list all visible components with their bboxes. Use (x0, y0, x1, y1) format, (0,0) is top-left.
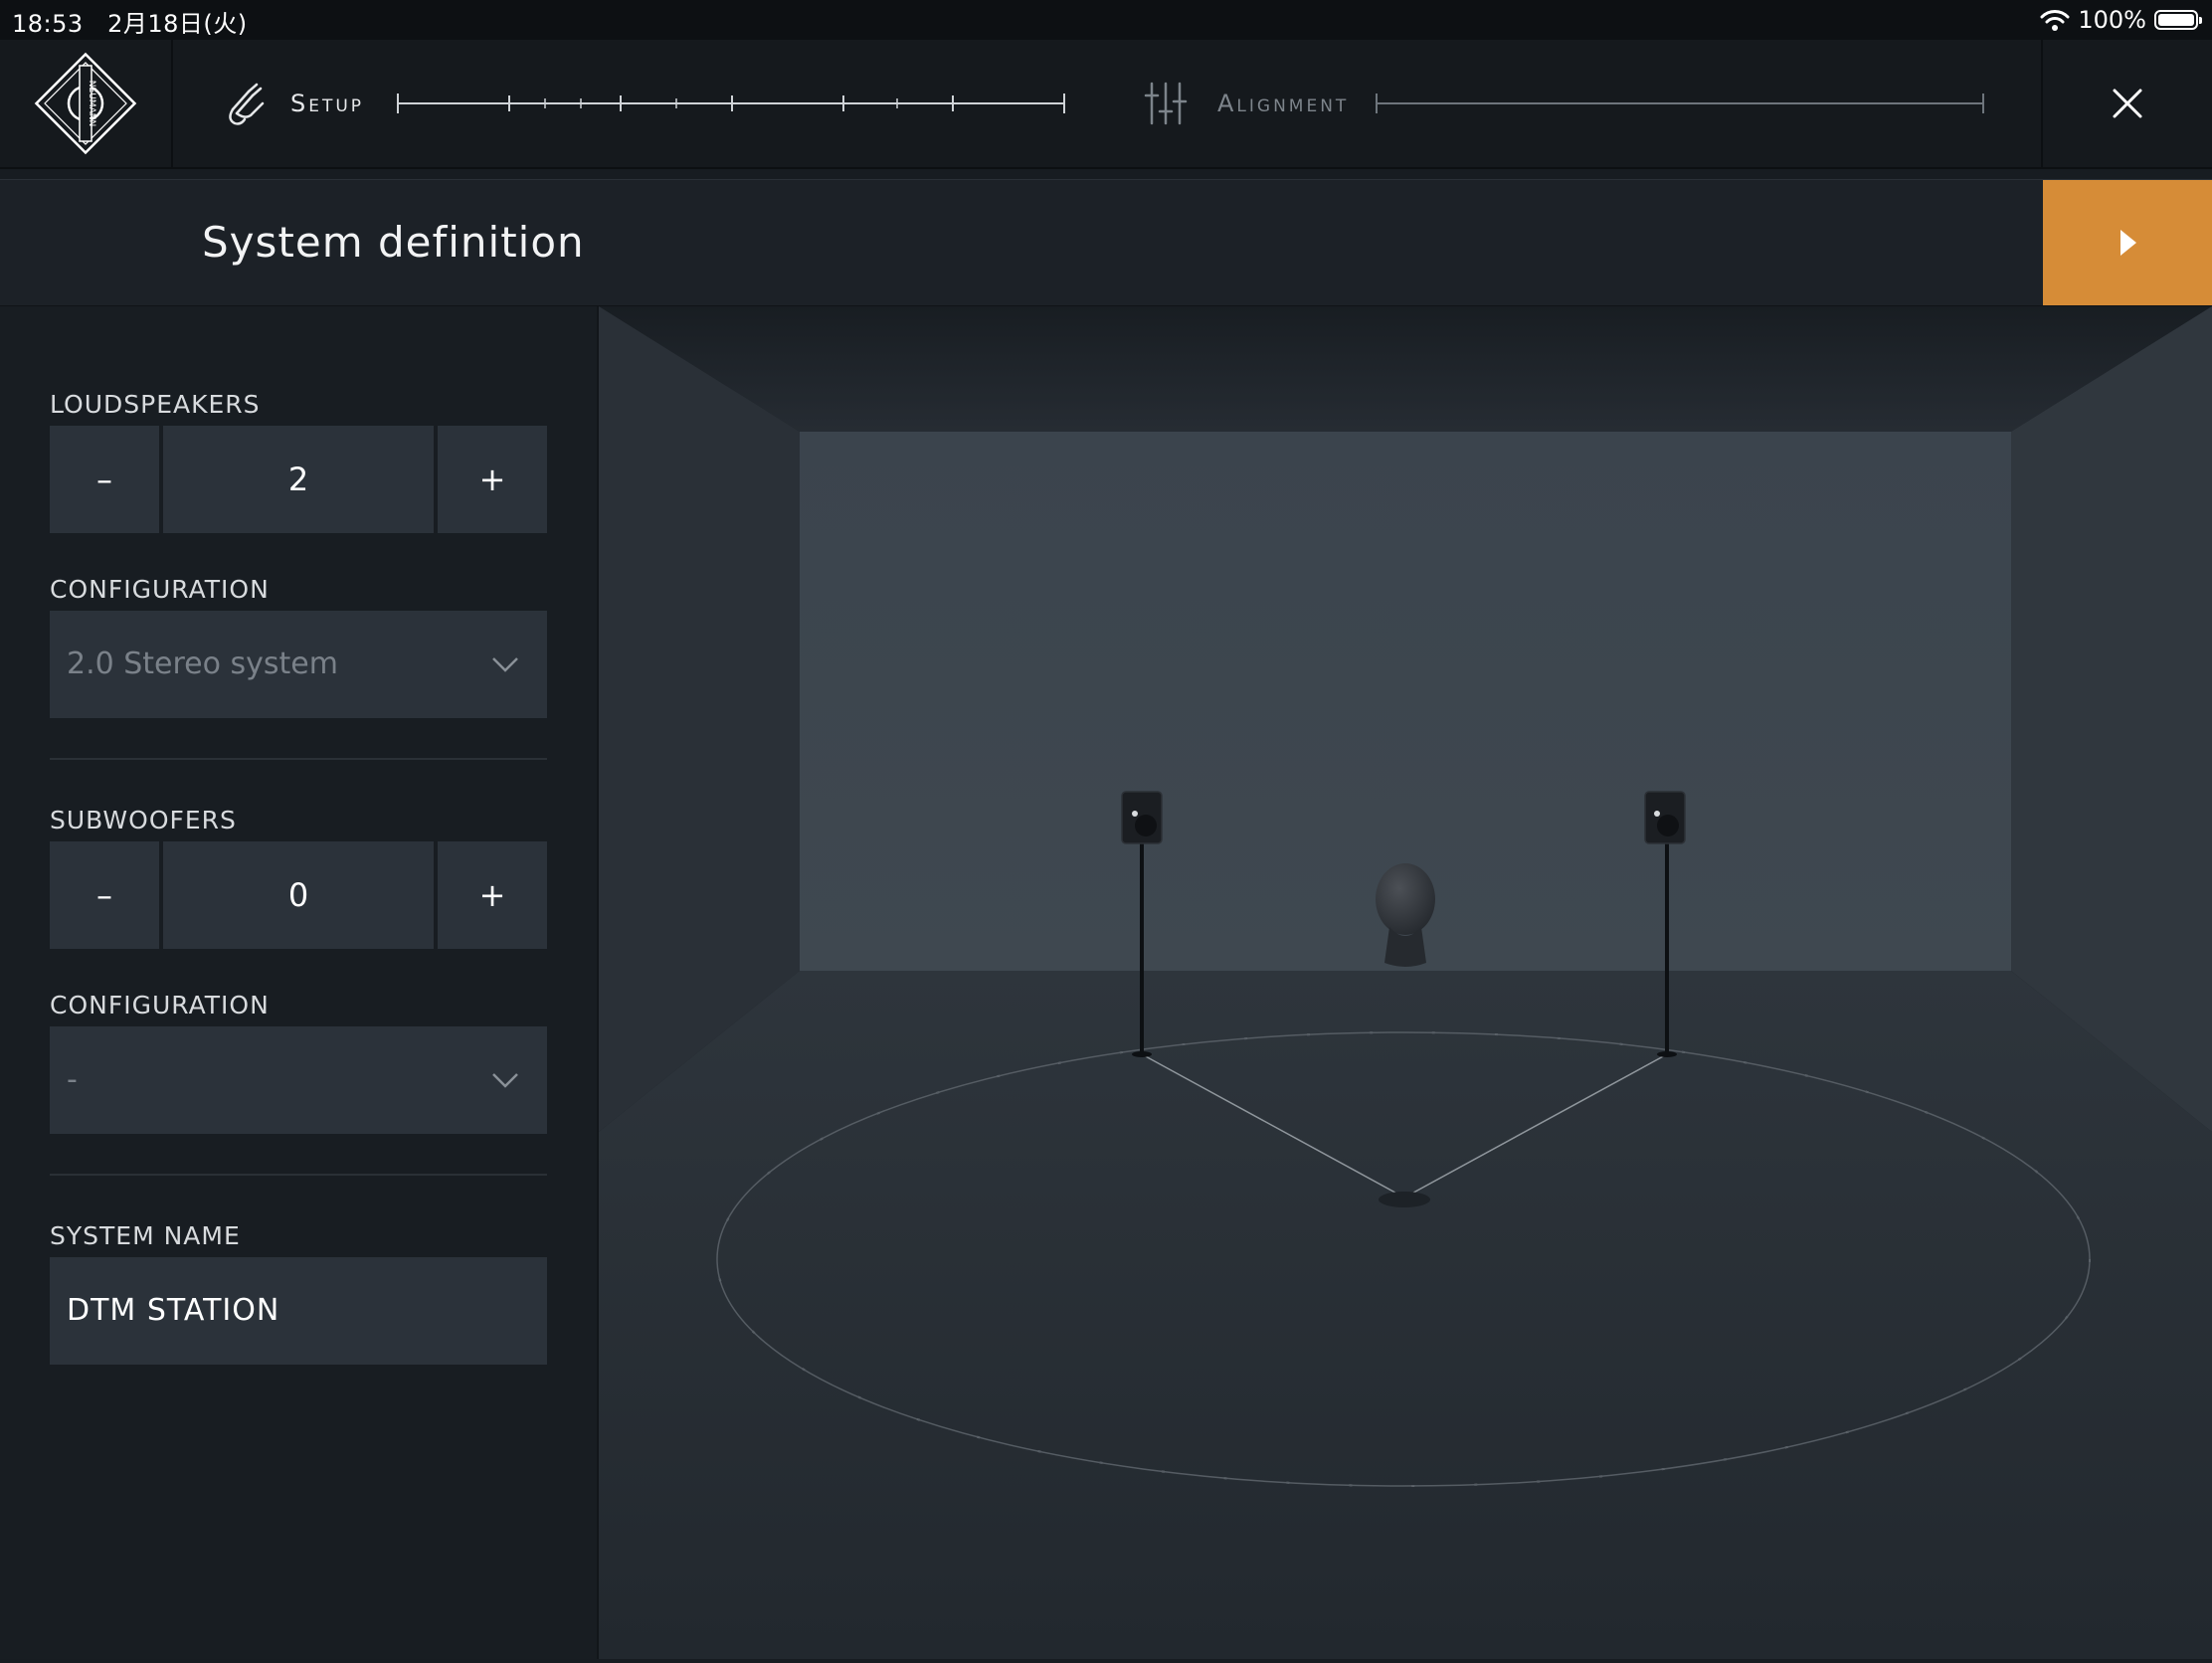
system-name-label: SYSTEM NAME (50, 1221, 241, 1250)
cable-icon (229, 83, 265, 125)
chevron-down-icon (492, 1073, 518, 1088)
subwoofer-configuration-select[interactable]: - (50, 1026, 547, 1134)
section-divider (50, 758, 547, 760)
speaker-configuration-select[interactable]: 2.0 Stereo system (50, 611, 547, 718)
system-name-input[interactable]: DTM STATION (50, 1257, 547, 1365)
system-name-value: DTM STATION (67, 1293, 280, 1328)
next-button[interactable] (2043, 180, 2212, 305)
speaker-configuration-label: CONFIGURATION (50, 575, 270, 604)
svg-text:NEUMANN: NEUMANN (87, 81, 96, 126)
alignment-progress-ruler (1376, 93, 1984, 113)
subwoofers-stepper: – 0 + (50, 841, 547, 949)
battery-percent: 100% (2078, 6, 2146, 34)
wifi-icon (2040, 10, 2070, 31)
subwoofers-decrement-button[interactable]: – (50, 841, 159, 949)
subwoofers-label: SUBWOOFERS (50, 806, 237, 834)
step-setup[interactable]: Setup (225, 40, 364, 167)
status-bar: 18:53 2月18日(火) 100% (0, 0, 2212, 40)
subwoofers-increment-button[interactable]: + (438, 841, 547, 949)
room-scene (599, 306, 2212, 1659)
close-icon (2113, 89, 2142, 118)
step-setup-label: Setup (290, 90, 365, 117)
chevron-down-icon (492, 657, 518, 672)
loudspeakers-label: LOUDSPEAKERS (50, 390, 261, 419)
status-right: 100% (2040, 4, 2202, 36)
page-title: System definition (202, 218, 585, 267)
subwoofer-configuration-label: CONFIGURATION (50, 991, 270, 1019)
system-definition-form: LOUDSPEAKERS – 2 + CONFIGURATION 2.0 Ste… (0, 306, 599, 1659)
status-time: 18:53 2月18日(火) (12, 10, 248, 38)
room-visualization (599, 306, 2212, 1659)
top-navigation: NEUMANN Setup Alignment (0, 40, 2212, 169)
loudspeakers-decrement-button[interactable]: – (50, 426, 159, 533)
neumann-logo-icon: NEUMANN (34, 52, 137, 155)
subwoofers-count: 0 (163, 841, 434, 949)
step-alignment-label: Alignment (1217, 90, 1350, 117)
loudspeakers-stepper: – 2 + (50, 426, 547, 533)
setup-progress-ruler (397, 93, 1065, 113)
mixer-sliders-icon (1144, 82, 1188, 125)
neumann-logo: NEUMANN (0, 40, 173, 167)
speaker-configuration-value: 2.0 Stereo system (67, 647, 338, 681)
close-button[interactable] (2041, 40, 2212, 167)
battery-icon (2154, 10, 2202, 30)
section-divider (50, 1174, 547, 1176)
page-header: System definition (0, 179, 2212, 307)
loudspeakers-count: 2 (163, 426, 434, 533)
step-alignment[interactable]: Alignment (1144, 40, 1349, 167)
subwoofer-configuration-value: - (67, 1062, 78, 1097)
loudspeakers-increment-button[interactable]: + (438, 426, 547, 533)
